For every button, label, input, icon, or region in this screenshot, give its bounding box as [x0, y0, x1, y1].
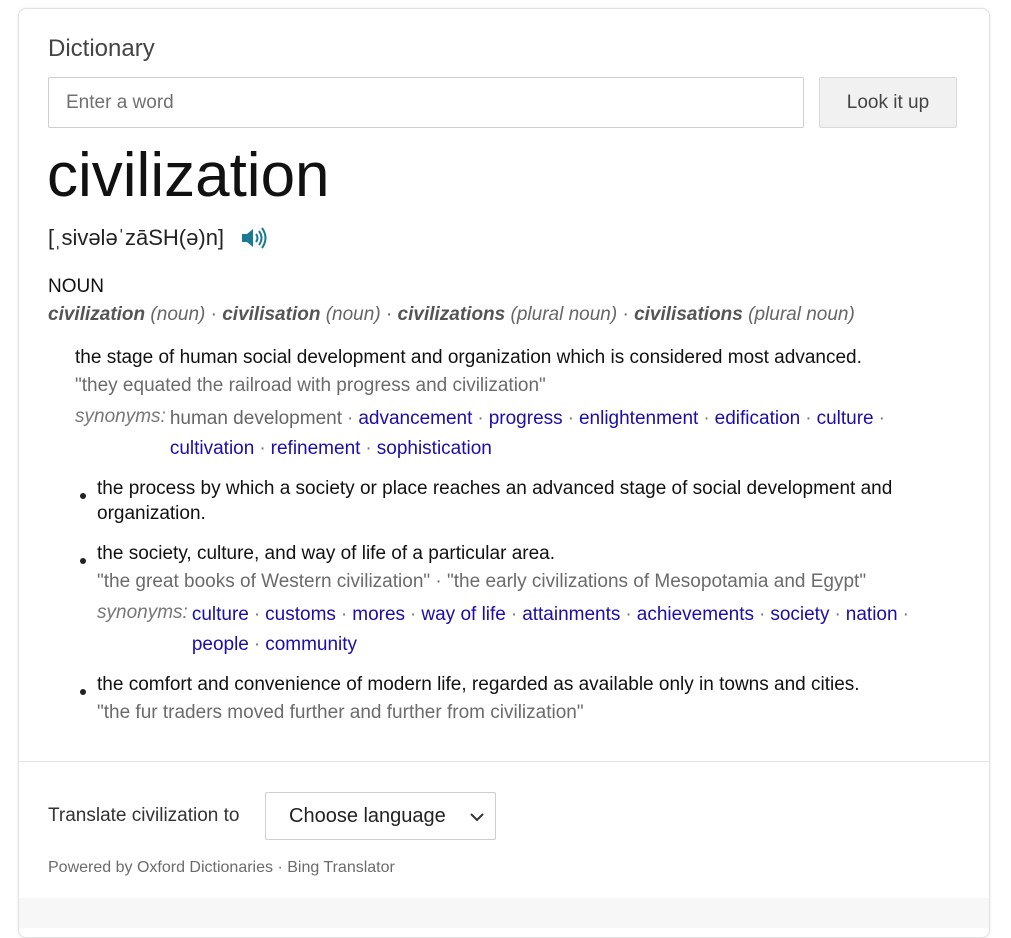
- synonym-link[interactable]: culture: [817, 408, 874, 429]
- dictionary-card: Dictionary Look it up civilization [ˌsiv…: [18, 8, 990, 938]
- word-forms: civilization (noun) · civilisation (noun…: [48, 304, 855, 325]
- synonyms-label: synonyms:: [97, 602, 188, 623]
- synonym-link[interactable]: achievements: [637, 604, 754, 625]
- synonym-link[interactable]: culture: [192, 604, 249, 625]
- synonym-link[interactable]: cultivation: [170, 438, 255, 459]
- synonym-link[interactable]: sophistication: [377, 438, 492, 459]
- synonym-list: culture · customs · mores · way of life · attain…: [191, 604, 909, 655]
- form-type: (plural noun): [748, 304, 855, 325]
- sense-3: the society, culture, and way of life of…: [97, 541, 957, 660]
- sense-definition: the stage of human social development an…: [75, 347, 862, 368]
- sense-example: "the fur traders moved further and furth…: [97, 702, 584, 723]
- synonyms-label: synonyms:: [75, 406, 166, 427]
- synonym-text: human development: [169, 408, 342, 429]
- oxford-dictionaries-link[interactable]: Oxford Dictionaries: [137, 859, 273, 876]
- pronunciation: [ˌsivələˈzāSH(ə)n]: [48, 225, 225, 250]
- synonym-link[interactable]: way of life: [421, 604, 505, 625]
- headword: civilization: [47, 141, 330, 210]
- synonym-link[interactable]: advancement: [358, 408, 472, 429]
- speaker-icon[interactable]: [240, 226, 268, 250]
- synonym-link[interactable]: society: [770, 604, 829, 625]
- synonym-link[interactable]: attainments: [522, 604, 620, 625]
- chevron-down-icon: [469, 805, 485, 828]
- sense-definition: the comfort and convenience of modern li…: [97, 674, 860, 695]
- form-type: (plural noun): [510, 304, 618, 325]
- synonym-list: human development · advancement · progress · e…: [169, 408, 885, 459]
- pronunciation-row: [ˌsivələˈzāSH(ə)n]: [48, 225, 268, 251]
- form-word: civilisation: [222, 304, 321, 325]
- bullet-dot: [80, 689, 86, 695]
- synonym-link[interactable]: mores: [352, 604, 405, 625]
- synonym-link[interactable]: enlightenment: [579, 408, 698, 429]
- synonym-link[interactable]: edification: [715, 408, 801, 429]
- sense-definition: the process by which a society or place …: [97, 478, 893, 524]
- form-type: (noun): [150, 304, 206, 325]
- section-divider: [19, 761, 989, 762]
- synonym-link[interactable]: refinement: [271, 438, 361, 459]
- bullet-dot: [80, 558, 86, 564]
- translate-label: Translate civilization to: [48, 805, 240, 826]
- part-of-speech: NOUN: [48, 276, 104, 297]
- sense-example: "the great books of Western civilization…: [97, 571, 867, 592]
- card-title: Dictionary: [48, 35, 155, 62]
- synonym-link[interactable]: people: [192, 634, 249, 655]
- form-word: civilizations: [397, 304, 506, 325]
- sense-definition: the society, culture, and way of life of…: [97, 543, 555, 564]
- form-word: civilization: [48, 304, 146, 325]
- sense-2: the process by which a society or place …: [97, 476, 947, 526]
- synonym-link[interactable]: nation: [846, 604, 898, 625]
- synonym-link[interactable]: progress: [489, 408, 563, 429]
- bing-translator-link[interactable]: Bing Translator: [287, 859, 395, 876]
- form-type: (noun): [325, 304, 381, 325]
- synonym-link[interactable]: community: [265, 634, 357, 655]
- language-select[interactable]: Choose language: [265, 792, 496, 840]
- look-it-up-button[interactable]: Look it up: [819, 77, 957, 128]
- sense-1: the stage of human social development an…: [75, 345, 935, 464]
- synonym-link[interactable]: customs: [265, 604, 336, 625]
- language-select-value: Choose language: [289, 804, 446, 827]
- sense-4: the comfort and convenience of modern li…: [97, 672, 957, 725]
- bullet-dot: [80, 493, 86, 499]
- sense-example: "they equated the railroad with progress…: [75, 375, 546, 396]
- synonyms-block: synonyms: culture · customs · mores · way of l…: [97, 600, 957, 660]
- card-bottom-strip: [19, 898, 989, 928]
- form-word: civilisations: [634, 304, 743, 325]
- synonyms-block: synonyms: human development · advancement ·…: [75, 404, 935, 464]
- search-input[interactable]: [48, 77, 804, 128]
- powered-by: Powered by Oxford Dictionaries · Bing Tr…: [48, 859, 395, 876]
